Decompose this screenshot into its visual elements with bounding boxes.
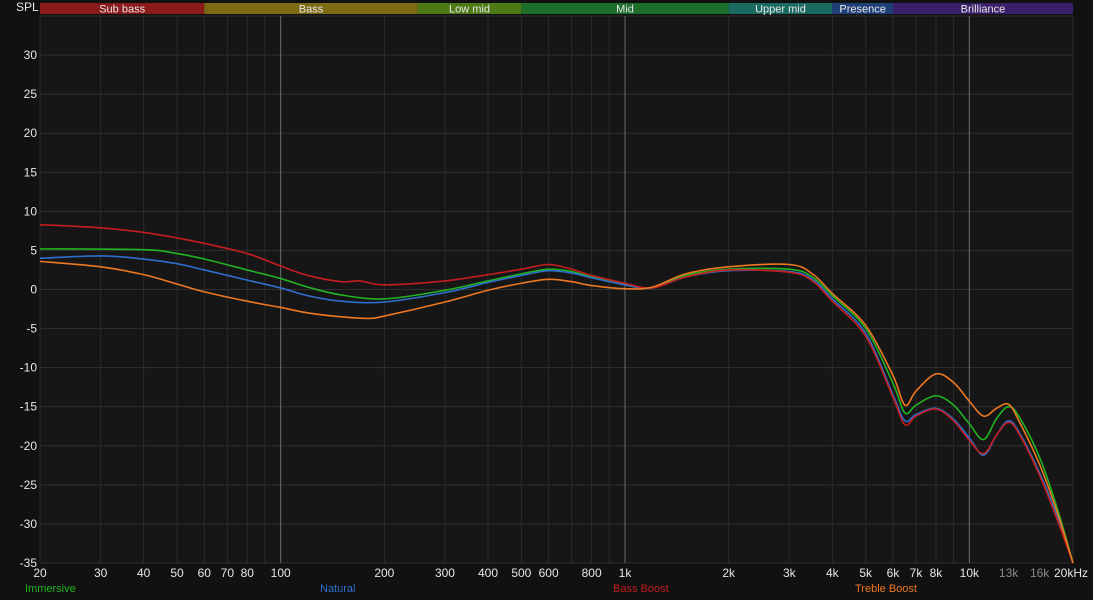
y-tick-label: 0 [30, 283, 37, 297]
y-tick-label: 30 [24, 48, 38, 62]
x-tick-label: 4k [826, 566, 840, 580]
x-tick-label: 3k [783, 566, 797, 580]
y-tick-label: 5 [30, 243, 37, 257]
x-tick-label: 80 [241, 566, 255, 580]
band-label-1: Bass [299, 4, 324, 16]
legend-item-3[interactable]: Treble Boost [855, 583, 917, 595]
y-tick-label: -20 [20, 439, 38, 453]
x-tick-label: 20kHz [1054, 566, 1088, 580]
y-tick-label: 25 [24, 87, 38, 101]
x-tick-label: 200 [374, 566, 394, 580]
x-tick-label: 30 [94, 566, 108, 580]
y-tick-label: 10 [24, 204, 38, 218]
band-label-5: Presence [839, 4, 885, 16]
x-tick-label: 40 [137, 566, 151, 580]
band-label-0: Sub bass [99, 4, 145, 16]
y-tick-label: -30 [20, 517, 38, 531]
x-tick-label: 2k [722, 566, 736, 580]
y-axis-label: SPL [16, 0, 39, 14]
x-tick-label: 16k [1030, 566, 1050, 580]
x-tick-label: 6k [887, 566, 901, 580]
frequency-response-chart: Sub bass Bass Low mid Mid Upper mid Presence B… [16, 0, 1088, 580]
x-tick-label: 100 [271, 566, 291, 580]
band-label-4: Upper mid [755, 4, 806, 16]
y-tick-label: -5 [26, 322, 37, 336]
y-tick-label: 20 [24, 126, 38, 140]
legend-item-1[interactable]: Natural [320, 583, 355, 595]
x-tick-label: 5k [859, 566, 873, 580]
x-tick-label: 800 [582, 566, 602, 580]
x-tick-label: 500 [511, 566, 531, 580]
y-tick-label: -10 [20, 361, 38, 375]
x-axis-ticks: 20 30 40 50 60 70 80 100 200 300 400 500 600 800 1k 2k 3… [33, 566, 1088, 580]
x-tick-label: 60 [198, 566, 212, 580]
frequency-bands: Sub bass Bass Low mid Mid Upper mid Presence B… [40, 3, 1073, 16]
x-tick-label: 13k [999, 566, 1019, 580]
y-tick-label: -15 [20, 400, 38, 414]
band-label-2: Low mid [449, 4, 490, 16]
x-tick-label: 70 [221, 566, 235, 580]
legend-item-2[interactable]: Bass Boost [613, 583, 669, 595]
x-tick-label: 7k [910, 566, 924, 580]
x-tick-label: 400 [478, 566, 498, 580]
x-tick-label: 8k [930, 566, 944, 580]
x-tick-label: 10k [960, 566, 980, 580]
x-tick-label: 300 [435, 566, 455, 580]
x-tick-label: 1k [619, 566, 633, 580]
band-label-3: Mid [616, 4, 634, 16]
band-label-6: Brilliance [961, 4, 1006, 16]
x-tick-label: 20 [33, 566, 47, 580]
y-axis-ticks: 302520151050-5-10-15-20-25-30-35 [20, 48, 38, 570]
x-tick-label: 600 [539, 566, 559, 580]
legend-item-0[interactable]: Immersive [25, 583, 76, 595]
y-tick-label: -25 [20, 478, 38, 492]
x-tick-label: 50 [170, 566, 184, 580]
y-tick-label: 15 [24, 165, 38, 179]
